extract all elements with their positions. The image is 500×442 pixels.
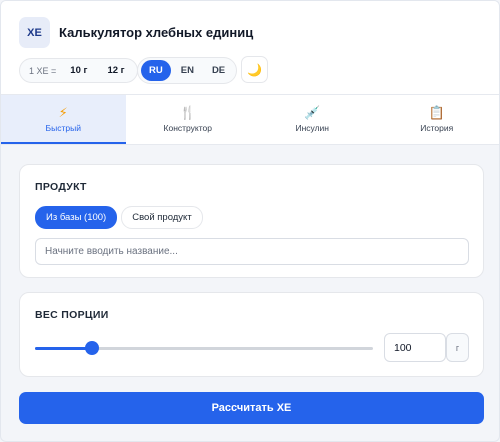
tab-insulin-label: Инсулин (295, 123, 330, 133)
app-logo: ХЕ (19, 17, 50, 48)
calculate-button[interactable]: Рассчитать ХЕ (19, 392, 484, 424)
own-product-button[interactable]: Свой продукт (121, 206, 203, 229)
weight-unit-label: г (446, 333, 469, 362)
header: ХЕ Калькулятор хлебных единиц 1 ХЕ = 10 … (1, 1, 499, 95)
portion-weight-input[interactable] (384, 333, 446, 362)
app-title: Калькулятор хлебных единиц (59, 25, 254, 40)
tab-constructor[interactable]: 🍴 Конструктор (126, 95, 251, 144)
lightning-icon: ⚡ (58, 105, 68, 120)
unit-option-10g[interactable]: 10 г (62, 61, 95, 80)
product-card: ПРОДУКТ Из базы (100) Свой продукт (19, 164, 484, 278)
product-search-input[interactable] (35, 238, 469, 265)
portion-section-title: ВЕС ПОРЦИИ (35, 309, 109, 321)
unit-option-12g[interactable]: 12 г (99, 61, 132, 80)
bread-unit-prefix: 1 ХЕ = (29, 65, 57, 76)
clipboard-icon: 📋 (428, 105, 445, 120)
product-section-title: ПРОДУКТ (35, 181, 87, 193)
tab-quick-label: Быстрый (45, 123, 81, 133)
tab-bar: ⚡ Быстрый 🍴 Конструктор 💉 Инсулин 📋 Исто… (1, 95, 499, 145)
syringe-icon: 💉 (304, 105, 321, 120)
app-window: ХЕ Калькулятор хлебных единиц 1 ХЕ = 10 … (0, 0, 500, 442)
language-de-button[interactable]: DE (204, 60, 233, 81)
portion-weight-slider[interactable] (35, 341, 373, 355)
slider-fill (35, 347, 93, 350)
language-ru-button[interactable]: RU (141, 60, 171, 81)
bread-unit-selector: 1 ХЕ = 10 г 12 г (19, 58, 138, 83)
tab-history-label: История (420, 123, 454, 133)
tab-insulin[interactable]: 💉 Инсулин (250, 95, 375, 144)
product-source-toggle: Из базы (100) Свой продукт (35, 206, 203, 229)
tab-constructor-label: Конструктор (163, 123, 212, 133)
tab-quick[interactable]: ⚡ Быстрый (1, 95, 126, 144)
cutlery-icon: 🍴 (179, 105, 196, 120)
moon-icon: 🌙 (247, 62, 262, 77)
tab-history[interactable]: 📋 История (375, 95, 500, 144)
portion-card: ВЕС ПОРЦИИ г (19, 292, 484, 377)
language-en-button[interactable]: EN (173, 60, 202, 81)
language-switcher: RU EN DE (137, 57, 238, 84)
slider-thumb[interactable] (85, 341, 100, 355)
theme-toggle-button[interactable]: 🌙 (241, 56, 268, 83)
from-database-button[interactable]: Из базы (100) (35, 206, 118, 229)
